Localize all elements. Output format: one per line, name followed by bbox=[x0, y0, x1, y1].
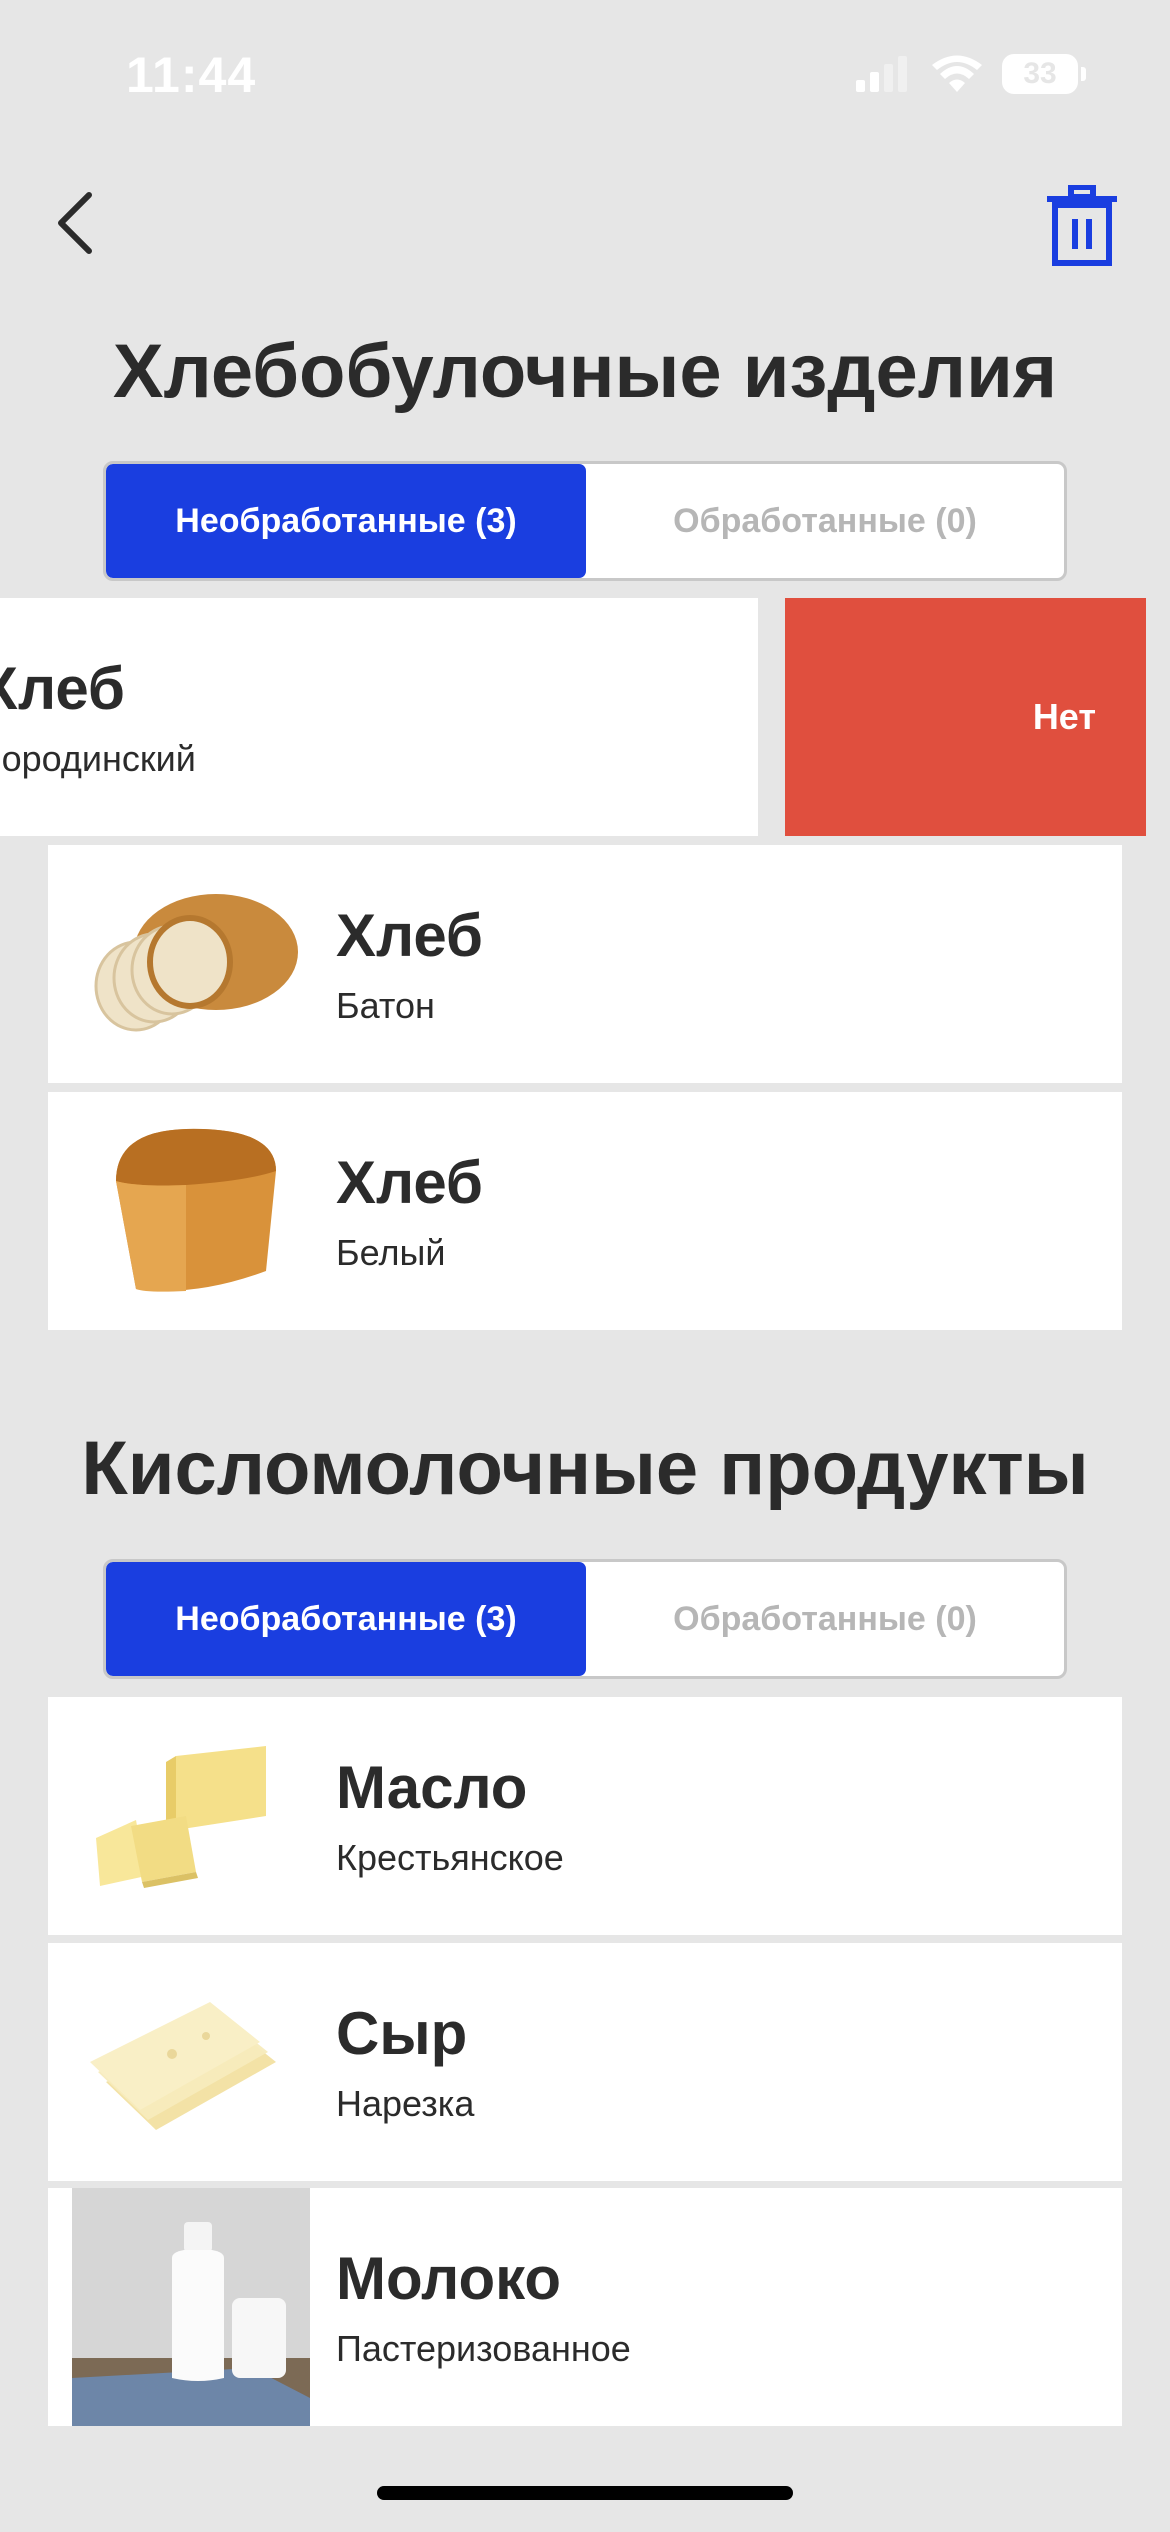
item-title: Хлеб bbox=[336, 1149, 483, 1216]
item-title: Масло bbox=[336, 1754, 528, 1821]
cheese-image bbox=[72, 1943, 310, 2181]
section-title: Кисломолочные продукты bbox=[81, 1426, 1089, 1511]
item-subtitle: Батон bbox=[336, 985, 435, 1026]
item-subtitle: Белый bbox=[336, 1232, 446, 1273]
segmented-control: Необработанные (3) Обработанные (0) bbox=[103, 1559, 1067, 1679]
item-title: Хлеб bbox=[336, 902, 483, 969]
back-button[interactable] bbox=[40, 188, 110, 258]
list-item[interactable]: Сыр Нарезка bbox=[48, 1943, 1122, 2181]
milk-image bbox=[72, 2188, 310, 2426]
list-item[interactable]: Хлеб Батон bbox=[48, 845, 1122, 1083]
baton-image bbox=[72, 845, 310, 1083]
butter-image bbox=[72, 1697, 310, 1935]
list-item[interactable]: Хлеб Белый bbox=[48, 1092, 1122, 1330]
battery-icon: 33 bbox=[1002, 54, 1086, 94]
status-time: 11:44 bbox=[126, 47, 257, 103]
white-bread-image bbox=[72, 1092, 310, 1330]
segmented-control: Необработанные (3) Обработанные (0) bbox=[103, 461, 1067, 581]
item-subtitle: Пастеризованное bbox=[336, 2328, 631, 2369]
chevron-left-icon bbox=[58, 192, 92, 254]
list-item[interactable]: Молоко Пастеризованное bbox=[48, 2188, 1122, 2426]
list-item[interactable]: Масло Крестьянское bbox=[48, 1697, 1122, 1935]
tab-unprocessed[interactable]: Необработанные (3) bbox=[106, 464, 586, 578]
tab-unprocessed[interactable]: Необработанные (3) bbox=[106, 1562, 586, 1676]
list-item-swiped[interactable]: Хлеб Бородинский bbox=[0, 598, 758, 836]
status-bar: 11:44 33 bbox=[0, 0, 1170, 150]
no-action-button[interactable]: Нет bbox=[785, 598, 1146, 836]
wifi-icon bbox=[932, 55, 982, 92]
tab-processed[interactable]: Обработанные (0) bbox=[586, 464, 1064, 578]
battery-level: 33 bbox=[1023, 57, 1057, 90]
trash-icon bbox=[1047, 185, 1117, 266]
item-title: Сыр bbox=[336, 2000, 468, 2067]
status-icons: 33 bbox=[856, 54, 1086, 94]
tab-processed[interactable]: Обработанные (0) bbox=[586, 1562, 1064, 1676]
item-subtitle: Бородинский bbox=[0, 738, 196, 779]
item-title: Хлеб bbox=[0, 655, 125, 722]
delete-button[interactable] bbox=[1040, 180, 1124, 272]
signal-icon bbox=[856, 56, 907, 92]
item-title: Молоко bbox=[336, 2245, 561, 2312]
home-indicator bbox=[377, 2486, 793, 2500]
item-subtitle: Крестьянское bbox=[336, 1837, 564, 1878]
item-subtitle: Нарезка bbox=[336, 2083, 475, 2124]
section-title: Хлебобулочные изделия bbox=[112, 329, 1058, 414]
